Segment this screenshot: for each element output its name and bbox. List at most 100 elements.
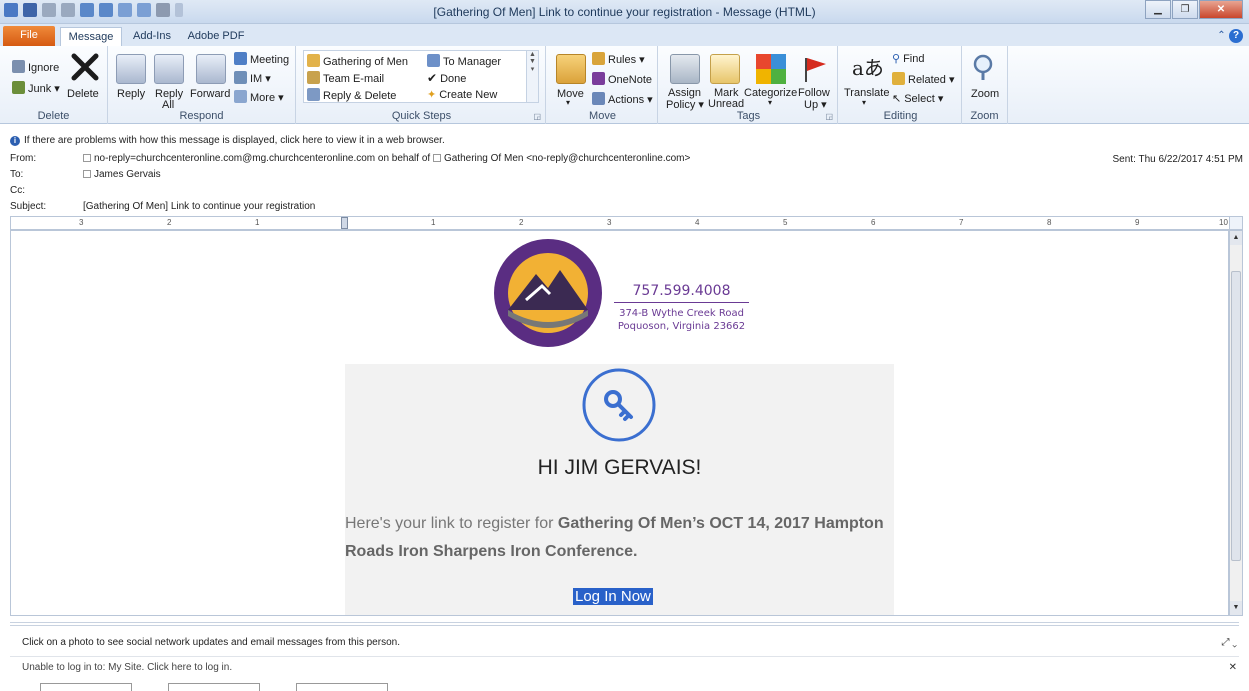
move-button[interactable]: Move ▾ (552, 50, 588, 110)
im-button[interactable]: IM ▾ (234, 71, 271, 85)
zoom-group: Zoom Zoom (962, 46, 1008, 124)
from-value[interactable]: no-reply=churchcenteronline.com@mg.churc… (83, 153, 690, 164)
ruler-number: 5 (783, 218, 788, 227)
qs-team-email[interactable]: Team E-mail (307, 71, 384, 85)
contact-photo[interactable] (168, 683, 260, 691)
find-button[interactable]: ⚲ Find (892, 52, 924, 65)
quick-steps-scroll[interactable]: ▲ ▼ ▾ (526, 51, 538, 102)
ruler[interactable]: 3 2 1 1 2 3 4 5 6 7 8 9 10 (10, 216, 1230, 230)
mysite-login-link[interactable]: Unable to log in to: My Site. Click here… (22, 662, 232, 673)
related-icon (892, 72, 905, 85)
select-button[interactable]: ↖ Select ▾ (892, 92, 943, 105)
folder-move-icon (307, 54, 320, 67)
restore-button[interactable]: ❐ (1172, 0, 1198, 19)
qs-create-new[interactable]: ✦ Create New (427, 88, 497, 101)
info-bar[interactable]: i If there are problems with how this mes… (10, 135, 445, 146)
delete-group-label: Delete (37, 110, 70, 122)
qs-gathering-of-men[interactable]: Gathering of Men (307, 54, 408, 68)
zoom-group-label: Zoom (970, 110, 999, 122)
actions-button[interactable]: Actions ▾ (592, 92, 653, 106)
move-group-label: Move (589, 110, 616, 122)
to-manager-icon (427, 54, 440, 67)
editing-group: aあ Translate ▾ ⚲ Find Related ▾ ↖ Select ▾… (840, 46, 962, 124)
minimize-ribbon-icon[interactable]: ⌃ (1217, 30, 1225, 41)
contact-divider (614, 302, 749, 303)
move-folder-icon (556, 54, 586, 84)
minimize-button[interactable]: ▁ (1145, 0, 1171, 19)
im-icon (234, 71, 247, 84)
move-group: Move ▾ Rules ▾ OneNote Actions ▾ Move (548, 46, 658, 124)
ruler-margin-marker[interactable] (341, 217, 348, 229)
message-scrollbar[interactable]: ▲ ▼ (1229, 230, 1243, 616)
tab-message[interactable]: Message (60, 27, 122, 46)
qs-reply-delete[interactable]: Reply & Delete (307, 88, 396, 102)
subject-value: [Gathering Of Men] Link to continue your… (83, 201, 316, 212)
dialog-launcher-icon[interactable]: ◲ (825, 112, 833, 121)
message-header: i If there are problems with how this mes… (0, 124, 1249, 214)
related-button[interactable]: Related ▾ (892, 72, 955, 86)
cc-label: Cc: (10, 185, 25, 196)
scroll-thumb[interactable] (1231, 271, 1241, 561)
rules-icon (592, 52, 605, 65)
ruler-number: 7 (959, 218, 964, 227)
rules-button[interactable]: Rules ▾ (592, 52, 645, 66)
tags-group: Assign Policy ▾ Mark Unread Categorize ▾… (660, 46, 838, 124)
expand-pane-icon[interactable]: ⤢ ⌄ (1222, 637, 1238, 648)
close-button[interactable]: ✕ (1199, 0, 1243, 19)
help-icon[interactable]: ? (1229, 29, 1243, 43)
ribbon-controls: ⌃ ? (1217, 27, 1243, 43)
scroll-up-arrow-icon[interactable]: ▲ (1230, 231, 1242, 245)
registration-message: Here's your link to register for Gatheri… (345, 515, 884, 560)
contact-photo[interactable] (296, 683, 388, 691)
mark-unread-button[interactable]: Mark Unread (706, 50, 744, 110)
people-pane: Click on a photo to see social network u… (0, 622, 1249, 691)
editing-group-label: Editing (883, 110, 918, 122)
to-value[interactable]: James Gervais (83, 169, 161, 180)
follow-up-button[interactable]: Follow Up ▾ (796, 50, 832, 111)
qs-done[interactable]: ✔ Done (427, 71, 466, 85)
onenote-button[interactable]: OneNote (592, 72, 652, 86)
ruler-number: 3 (79, 218, 84, 227)
zoom-button[interactable]: Zoom (966, 50, 1004, 106)
more-icon (234, 90, 247, 103)
ignore-icon (12, 60, 25, 73)
assign-policy-button[interactable]: Assign Policy ▾ (664, 50, 708, 111)
delete-x-icon (71, 53, 99, 81)
reply-all-button[interactable]: Reply All (150, 50, 186, 111)
tab-file[interactable]: File (3, 26, 55, 46)
meeting-button[interactable]: Meeting (234, 52, 289, 66)
forward-icon (196, 54, 226, 84)
envelope-icon (710, 54, 740, 84)
reply-button[interactable]: Reply (112, 50, 148, 106)
ribbon: Ignore Junk ▾ Delete Delete Reply Reply … (0, 46, 1249, 124)
pane-divider (10, 656, 1239, 657)
delete-group: Ignore Junk ▾ Delete Delete (0, 46, 108, 124)
phone-number[interactable]: 757.599.4008 (614, 283, 749, 299)
contact-photo[interactable] (40, 683, 132, 691)
to-label: To: (10, 169, 24, 180)
lightning-icon: ✦ (427, 89, 437, 101)
dialog-launcher-icon[interactable]: ◲ (533, 112, 541, 121)
junk-button[interactable]: Junk ▾ (12, 81, 60, 95)
close-bar-icon[interactable]: ✕ (1229, 662, 1237, 673)
gathering-of-men-logo (494, 239, 602, 347)
forward-button[interactable]: Forward (188, 50, 232, 106)
more-button[interactable]: More ▾ (234, 90, 284, 104)
delete-button[interactable]: Delete (66, 50, 102, 106)
info-icon: i (10, 136, 20, 146)
ruler-number: 6 (871, 218, 876, 227)
qs-to-manager[interactable]: To Manager (427, 54, 501, 68)
categorize-button[interactable]: Categorize ▾ (744, 50, 797, 110)
view-ruler-button[interactable] (1229, 216, 1243, 230)
tab-add-ins[interactable]: Add-Ins (128, 27, 176, 46)
respond-group-label: Respond (179, 110, 224, 122)
pane-splitter[interactable] (10, 622, 1239, 626)
ignore-button[interactable]: Ignore (12, 60, 59, 74)
log-in-now-link[interactable]: Log In Now (573, 588, 653, 605)
translate-button[interactable]: aあ Translate ▾ (842, 50, 889, 110)
binoculars-icon: ⚲ (892, 53, 901, 65)
checkmark-icon: ✔ (427, 71, 438, 85)
scroll-down-arrow-icon[interactable]: ▼ (1230, 601, 1242, 615)
tab-adobe-pdf[interactable]: Adobe PDF (184, 27, 248, 46)
subject-label: Subject: (10, 201, 47, 212)
